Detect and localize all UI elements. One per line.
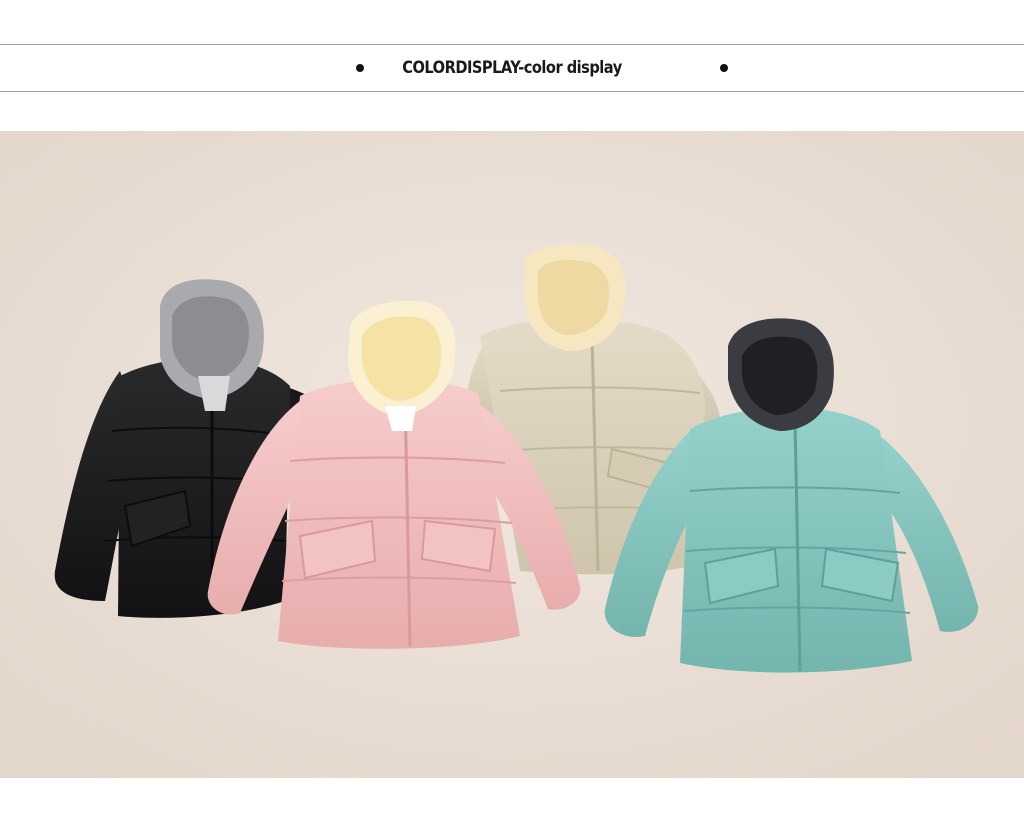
section-title: COLORDISPLAY-color display <box>402 58 622 78</box>
photo-illustration <box>0 131 1024 778</box>
product-color-photo <box>0 131 1024 778</box>
section-header: COLORDISPLAY-color display <box>0 44 1024 92</box>
bullet-right-icon <box>720 64 728 72</box>
